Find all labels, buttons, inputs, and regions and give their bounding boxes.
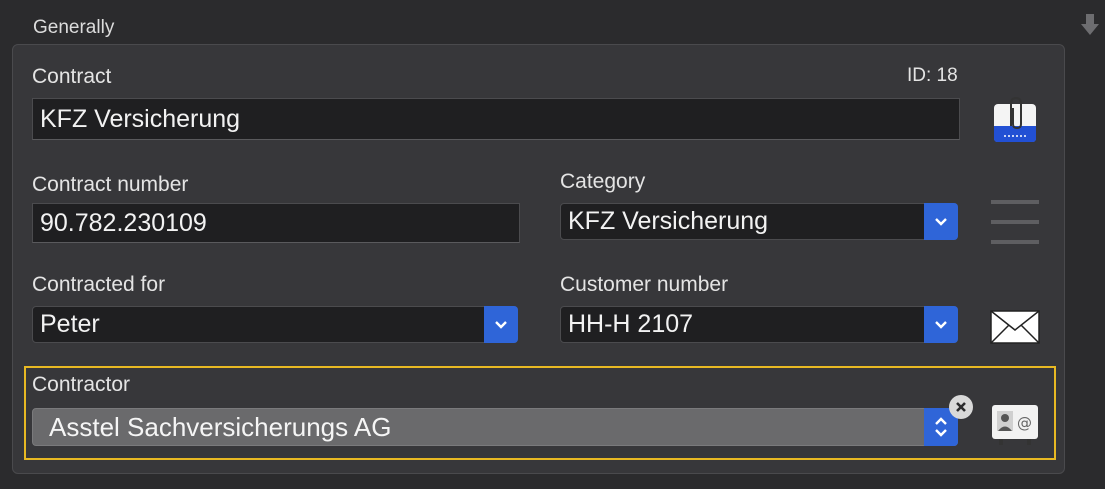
- contracted-for-label: Contracted for: [32, 273, 166, 296]
- envelope-icon[interactable]: [990, 310, 1040, 349]
- contracted-for-select[interactable]: Peter: [32, 306, 518, 343]
- chevron-down-icon[interactable]: [924, 306, 958, 343]
- clear-icon[interactable]: [949, 395, 973, 419]
- contractor-label: Contractor: [32, 373, 131, 396]
- svg-text:@: @: [1017, 414, 1032, 432]
- section-title: Generally: [33, 17, 115, 38]
- list-lines-icon[interactable]: [991, 199, 1039, 252]
- contractor-value: Asstel Sachversicherungs AG: [49, 411, 392, 442]
- chevron-down-icon[interactable]: [924, 203, 958, 240]
- customer-number-selected-value: HH-H 2107: [568, 310, 694, 338]
- contract-id: ID: 18: [907, 65, 958, 86]
- paperclip-document-icon[interactable]: [993, 96, 1037, 149]
- contract-name-field[interactable]: KFZ Versicherung: [32, 98, 960, 140]
- down-arrow-icon[interactable]: [1079, 12, 1101, 36]
- category-selected-value: KFZ Versicherung: [568, 207, 769, 235]
- contract-label: Contract: [32, 65, 112, 88]
- contractor-combobox[interactable]: Asstel Sachversicherungs AG: [32, 408, 958, 446]
- customer-number-select[interactable]: HH-H 2107: [560, 306, 958, 343]
- category-label: Category: [560, 170, 646, 193]
- address-card-icon[interactable]: @: [991, 404, 1039, 451]
- chevron-down-icon[interactable]: [484, 306, 518, 343]
- customer-number-label: Customer number: [560, 273, 729, 296]
- contract-number-field[interactable]: 90.782.230109: [32, 203, 520, 243]
- category-select[interactable]: KFZ Versicherung: [560, 203, 958, 240]
- contract-number-label: Contract number: [32, 173, 189, 196]
- contracted-for-selected-value: Peter: [40, 310, 100, 338]
